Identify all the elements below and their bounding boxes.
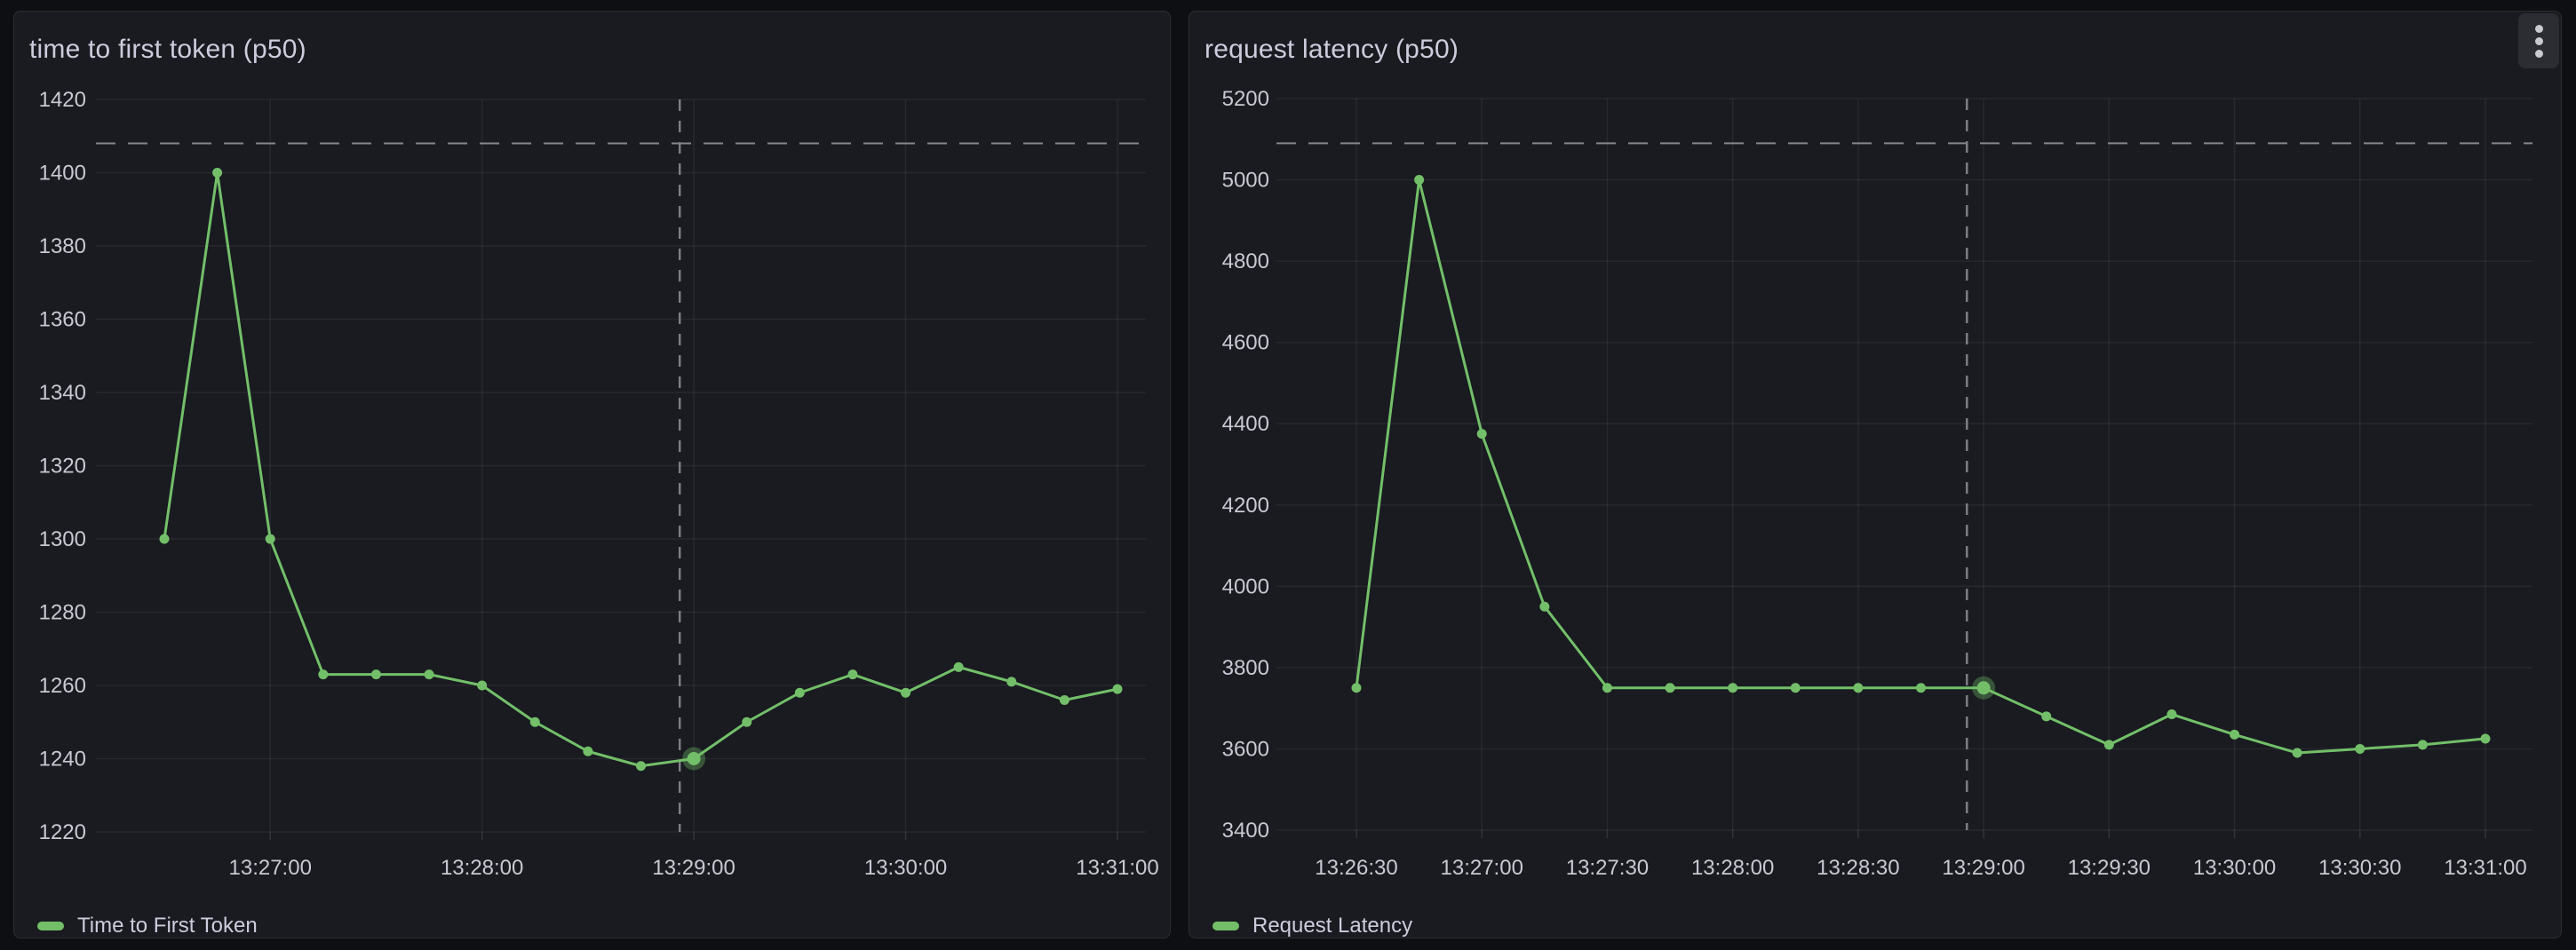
x-axis-tick-label: 13:28:30: [1817, 856, 1899, 880]
data-point: [212, 168, 222, 178]
data-point: [425, 669, 434, 679]
data-point: [1602, 683, 1612, 693]
data-point: [2355, 744, 2365, 754]
y-axis-tick-label: 1320: [39, 455, 86, 479]
data-point: [2230, 730, 2239, 740]
data-point: [1728, 683, 1737, 693]
data-point-highlighted: [1977, 681, 1991, 694]
data-point: [2104, 740, 2114, 749]
x-axis-tick-label: 13:28:00: [1691, 856, 1774, 880]
data-point: [1060, 695, 1069, 705]
legend-series-swatch: [1212, 922, 1239, 930]
kebab-vertical-icon: [2535, 25, 2543, 58]
x-axis-tick-label: 13:31:00: [2444, 856, 2526, 880]
y-axis-tick-label: 5200: [1222, 87, 1269, 111]
data-point: [1539, 602, 1549, 612]
data-point-highlighted: [688, 752, 701, 765]
data-point: [636, 761, 646, 771]
y-axis-tick-label: 4000: [1222, 574, 1269, 598]
data-point: [266, 534, 275, 544]
x-axis-tick-label: 13:29:30: [2068, 856, 2151, 880]
y-axis-tick-label: 1420: [39, 88, 86, 112]
data-point: [1352, 683, 1362, 693]
y-axis-tick-label: 1280: [39, 601, 86, 625]
dashboard: time to first token (p50) 12201240126012…: [0, 0, 2576, 950]
x-axis-tick-label: 13:30:00: [864, 856, 947, 880]
x-axis-tick-label: 13:29:00: [652, 856, 735, 880]
data-point: [1477, 429, 1487, 439]
y-axis-tick-label: 1220: [39, 820, 86, 844]
data-point: [2167, 709, 2176, 719]
data-point: [1666, 683, 1675, 693]
y-axis-tick-label: 3400: [1222, 819, 1269, 843]
x-axis-tick-label: 13:30:00: [2193, 856, 2276, 880]
y-axis-tick-label: 1260: [39, 674, 86, 698]
data-point: [2293, 748, 2302, 758]
time-series-chart-ttft[interactable]: 1220 1240 1260 1280 1300 1320 1340 1360 1380 1400…: [14, 12, 1172, 939]
panel-title[interactable]: request latency (p50): [1205, 35, 1459, 65]
y-axis-tick-label: 3600: [1222, 737, 1269, 761]
y-axis-tick-label: 3800: [1222, 656, 1269, 680]
legend-series-label: Request Latency: [1252, 914, 1412, 938]
x-axis-tick-label: 13:27:00: [1441, 856, 1523, 880]
y-axis-tick-label: 1380: [39, 234, 86, 258]
data-point: [1006, 677, 1016, 686]
legend-series-swatch: [37, 922, 64, 930]
x-axis-tick-label: 13:26:30: [1315, 856, 1397, 880]
legend-item-request-latency[interactable]: Request Latency: [1212, 914, 1412, 938]
legend-series-label: Time to First Token: [77, 914, 258, 938]
x-axis-tick-label: 13:27:30: [1566, 856, 1649, 880]
y-axis-tick-label: 4400: [1222, 412, 1269, 436]
series-line: [164, 173, 1117, 766]
x-axis-tick-label: 13:30:30: [2318, 856, 2401, 880]
time-series-chart-latency[interactable]: 3400 3600 3800 4000 4200 4400 4600 4800 5000 5200…: [1189, 12, 2563, 939]
panel-time-to-first-token: time to first token (p50) 12201240126012…: [13, 11, 1171, 938]
data-point: [847, 669, 857, 679]
data-point: [901, 688, 910, 698]
x-axis-tick-label: 13:29:00: [1942, 856, 2024, 880]
data-point: [954, 662, 964, 672]
y-axis-tick-label: 1360: [39, 308, 86, 332]
legend-item-time-to-first-token[interactable]: Time to First Token: [37, 914, 258, 938]
data-point: [583, 747, 592, 756]
data-point: [795, 688, 805, 698]
y-axis-tick-label: 1340: [39, 381, 86, 405]
data-point: [477, 681, 487, 691]
data-point: [530, 717, 540, 727]
x-axis-tick-label: 13:31:00: [1076, 856, 1158, 880]
data-point: [160, 534, 170, 544]
data-point: [1113, 685, 1123, 694]
y-axis-tick-label: 4800: [1222, 249, 1269, 273]
panel-menu-button[interactable]: [2518, 13, 2559, 68]
data-point: [1414, 175, 1424, 185]
data-point: [1916, 683, 1926, 693]
y-axis-tick-label: 4600: [1222, 331, 1269, 355]
data-point: [2481, 734, 2491, 744]
data-point: [742, 717, 751, 727]
panel-title[interactable]: time to first token (p50): [29, 35, 306, 65]
y-axis-tick-label: 1240: [39, 748, 86, 772]
data-point: [1853, 683, 1863, 693]
data-point: [2418, 740, 2428, 749]
data-point: [2041, 711, 2051, 721]
panel-request-latency: request latency (p50) 3400 3600 3800 4000 42…: [1189, 11, 2562, 938]
y-axis-tick-label: 5000: [1222, 169, 1269, 193]
data-point: [318, 669, 328, 679]
y-axis-tick-label: 4200: [1222, 494, 1269, 518]
x-axis-tick-label: 13:28:00: [441, 856, 523, 880]
data-point: [371, 669, 381, 679]
y-axis-tick-label: 1300: [39, 527, 86, 551]
x-axis-tick-label: 13:27:00: [229, 856, 312, 880]
data-point: [1791, 683, 1801, 693]
y-axis-tick-label: 1400: [39, 162, 86, 186]
